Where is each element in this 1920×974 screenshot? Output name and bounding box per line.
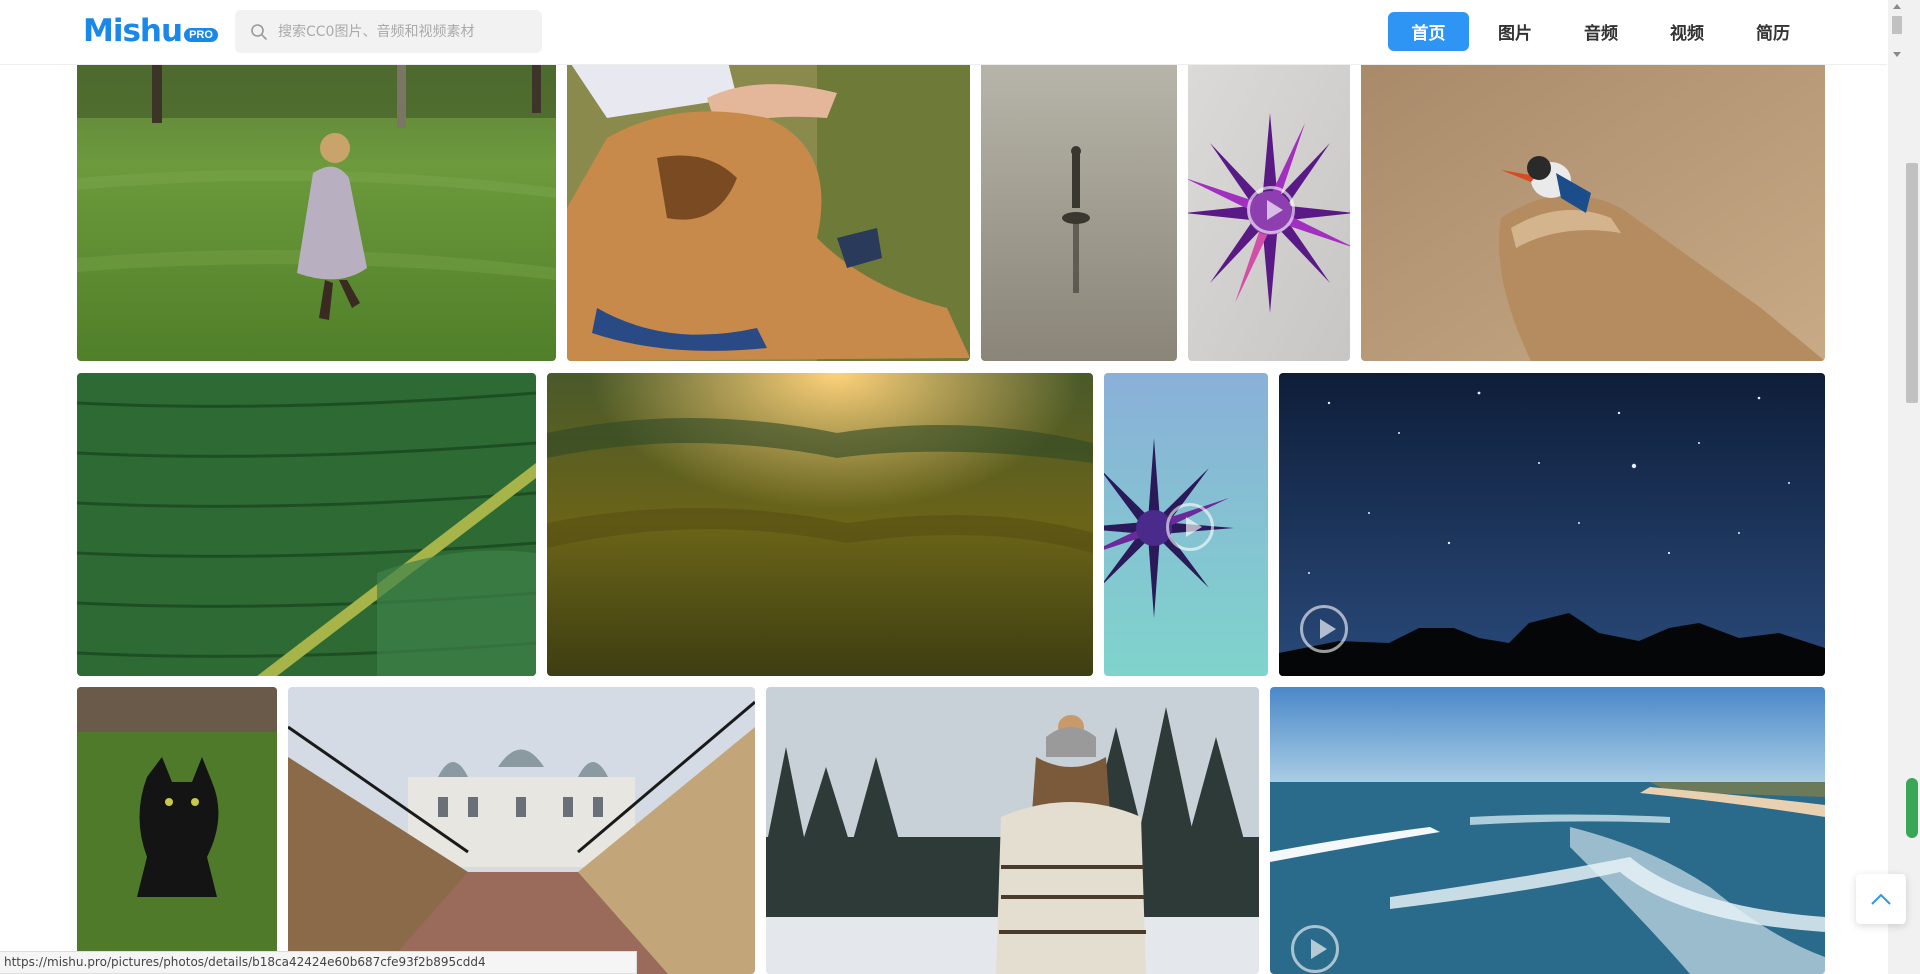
palm-leaf-image — [77, 373, 536, 676]
main-nav: 首页 图片 音频 视频 简历 — [1388, 12, 1819, 51]
black-cat-image — [77, 687, 277, 974]
girl-running-image — [77, 58, 556, 361]
play-icon — [1300, 605, 1348, 653]
search-box[interactable] — [235, 10, 542, 53]
link-status-bar: https://mishu.pro/pictures/photos/detail… — [0, 951, 637, 974]
fisherman-image — [981, 58, 1177, 361]
site-logo[interactable]: Mishu PRO — [83, 13, 218, 49]
scroll-down-arrow-icon[interactable] — [1893, 52, 1901, 57]
nav-video[interactable]: 视频 — [1647, 12, 1727, 51]
tile-woman-winter-forest[interactable] — [766, 687, 1259, 974]
scroll-up-arrow-icon[interactable] — [1893, 4, 1901, 9]
tile-purple-burst-teal-video[interactable] — [1104, 373, 1268, 676]
play-icon — [1291, 925, 1339, 973]
nav-home[interactable]: 首页 — [1388, 12, 1469, 51]
tile-starry-sky-video[interactable] — [1279, 373, 1825, 676]
logo-wordmark: Mishu — [83, 13, 183, 49]
nav-resume[interactable]: 简历 — [1733, 12, 1813, 51]
tile-purple-burst-video[interactable] — [1188, 58, 1350, 361]
kingfisher-image — [1361, 58, 1825, 361]
starry-sky-image — [1279, 373, 1825, 676]
scrollbar-thumb[interactable] — [1906, 163, 1918, 403]
tile-black-cat[interactable] — [77, 687, 277, 974]
nav-audio[interactable]: 音频 — [1561, 12, 1641, 51]
tile-girl-running-grass[interactable] — [77, 58, 556, 361]
palace-walkway-image — [288, 687, 755, 974]
top-header: Mishu PRO 首页 图片 音频 视频 简历 — [0, 0, 1887, 65]
tile-palace-walkway[interactable] — [288, 687, 755, 974]
dog-image — [567, 58, 970, 361]
tile-dog-petting[interactable] — [567, 58, 970, 361]
chevron-up-icon — [1871, 893, 1891, 905]
play-icon — [1247, 186, 1295, 234]
mini-scroll-thumb[interactable] — [1892, 16, 1902, 34]
back-to-top-button[interactable] — [1856, 874, 1906, 924]
ocean-beach-image — [1270, 687, 1825, 974]
tile-kingfisher-rock[interactable] — [1361, 58, 1825, 361]
tile-forest-sunrise[interactable] — [547, 373, 1093, 676]
tile-fisherman-lake[interactable] — [981, 58, 1177, 361]
search-input[interactable] — [276, 22, 530, 41]
tile-palm-leaf[interactable] — [77, 373, 536, 676]
scroll-position-indicator — [1906, 778, 1918, 838]
forest-sunrise-image — [547, 373, 1093, 676]
nav-pictures[interactable]: 图片 — [1475, 12, 1555, 51]
logo-badge: PRO — [184, 28, 218, 42]
search-icon — [251, 23, 267, 40]
woman-winter-image — [766, 687, 1259, 974]
tile-ocean-beach-video[interactable] — [1270, 687, 1825, 974]
play-icon — [1166, 503, 1214, 551]
image-gallery — [0, 0, 1887, 974]
